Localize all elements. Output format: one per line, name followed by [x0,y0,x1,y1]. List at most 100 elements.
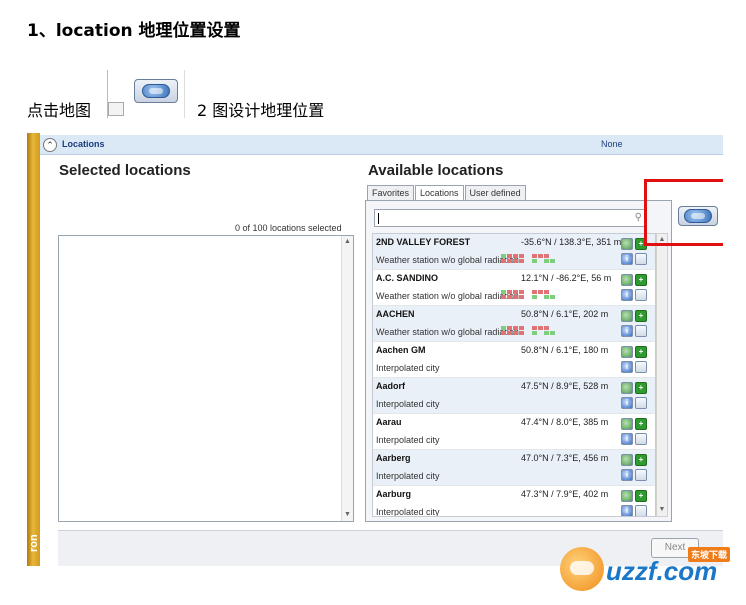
data-quality-indicator [501,290,555,299]
location-name: Aadorf [376,381,405,391]
favorite-icon[interactable] [635,361,647,373]
location-dialog-screenshot: ron ⌃ Locations None Selected locations … [27,133,723,566]
add-location-icon[interactable]: + [635,346,647,358]
row-actions: + i [621,381,649,411]
location-type: Interpolated city [376,507,440,517]
location-row[interactable]: Aachen GM 50.8°N / 6.1°E, 180 m Interpolat… [373,342,655,378]
data-quality-indicator [501,254,555,263]
available-list-scrollbar[interactable]: ▲ ▼ [656,233,668,517]
add-location-icon[interactable]: + [635,310,647,322]
info-icon[interactable]: i [621,505,633,516]
selected-list-scrollbar[interactable]: ▲ ▼ [341,236,353,521]
globe-icon [142,84,170,98]
section-title: Locations [62,139,105,149]
tab-favorites[interactable]: Favorites [367,185,415,201]
show-on-map-icon[interactable] [621,418,633,430]
location-coordinates: -35.6°N / 138.3°E, 351 m [521,237,622,247]
show-on-map-icon[interactable] [621,382,633,394]
favorite-icon[interactable] [635,433,647,445]
location-tabs: Favorites Locations User defined [367,185,527,202]
add-location-icon[interactable]: + [635,274,647,286]
inline-tab-fragment [108,102,124,116]
scroll-up-icon[interactable]: ▲ [342,236,353,248]
inline-map-button[interactable] [134,79,178,103]
add-location-icon[interactable]: + [635,418,647,430]
location-name: A.C. SANDINO [376,273,439,283]
row-actions: + i [621,309,649,339]
add-location-icon[interactable]: + [635,454,647,466]
strip-text: ron [28,534,40,552]
favorite-icon[interactable] [635,505,647,516]
instruction-text-left: 点击地图 [27,101,92,120]
section-value: None [601,139,623,149]
info-icon[interactable]: i [621,361,633,373]
available-locations-title: Available locations [368,162,504,179]
row-actions: + i [621,273,649,303]
location-coordinates: 50.8°N / 6.1°E, 202 m [521,309,609,319]
info-icon[interactable]: i [621,397,633,409]
location-row[interactable]: Aarau 47.4°N / 8.0°E, 385 m Interpolated c… [373,414,655,450]
selected-locations-list[interactable]: ▲ ▼ [58,235,354,522]
text-caret [378,213,379,224]
highlight-box [644,179,723,246]
row-actions: + i [621,489,649,516]
show-on-map-icon[interactable] [621,310,633,322]
selected-locations-title: Selected locations [59,162,191,179]
favorite-icon[interactable] [635,289,647,301]
watermark-tag: 东坡下载 [688,547,731,562]
search-icon[interactable]: ⚲ [635,212,642,223]
location-row[interactable]: Aarberg 47.0°N / 7.3°E, 456 m Interpolated… [373,450,655,486]
scroll-down-icon[interactable]: ▼ [342,509,353,521]
show-on-map-icon[interactable] [621,490,633,502]
show-on-map-icon[interactable] [621,346,633,358]
show-on-map-icon[interactable] [621,454,633,466]
add-location-icon[interactable]: + [635,490,647,502]
location-coordinates: 47.0°N / 7.3°E, 456 m [521,453,609,463]
locations-section-header[interactable]: ⌃ Locations None [40,135,723,155]
location-row[interactable]: AACHEN 50.8°N / 6.1°E, 202 m Weather stati… [373,306,655,342]
location-coordinates: 50.8°N / 6.1°E, 180 m [521,345,609,355]
location-row[interactable]: Aadorf 47.5°N / 8.9°E, 528 m Interpolated … [373,378,655,414]
favorite-icon[interactable] [635,253,647,265]
location-search-input[interactable]: ⚲ [374,209,647,227]
location-type: Interpolated city [376,399,440,409]
location-name: Aarberg [376,453,411,463]
row-actions: + i [621,417,649,447]
collapse-icon[interactable]: ⌃ [43,138,57,152]
inline-screenshot [107,70,185,118]
info-icon[interactable]: i [621,289,633,301]
location-row[interactable]: 2ND VALLEY FOREST -35.6°N / 138.3°E, 351 … [373,234,655,270]
favorite-icon[interactable] [635,469,647,481]
document-page: 1、location 地理位置设置 点击地图 2 图设计地理位置 ron ⌃ L… [0,0,746,605]
location-name: AACHEN [376,309,415,319]
show-on-map-icon[interactable] [621,238,633,250]
available-locations-list[interactable]: 2ND VALLEY FOREST -35.6°N / 138.3°E, 351 … [372,233,656,517]
location-coordinates: 12.1°N / -86.2°E, 56 m [521,273,612,283]
selected-count: 0 of 100 locations selected [235,223,342,233]
location-name: Aarburg [376,489,412,499]
location-coordinates: 47.3°N / 7.9°E, 402 m [521,489,609,499]
location-coordinates: 47.4°N / 8.0°E, 385 m [521,417,609,427]
info-icon[interactable]: i [621,433,633,445]
add-location-icon[interactable]: + [635,382,647,394]
show-on-map-icon[interactable] [621,274,633,286]
location-row[interactable]: A.C. SANDINO 12.1°N / -86.2°E, 56 m Weathe… [373,270,655,306]
location-type: Interpolated city [376,471,440,481]
tab-user-defined[interactable]: User defined [464,185,526,201]
location-row[interactable]: Aarburg 47.3°N / 7.9°E, 402 m Interpolated… [373,486,655,517]
watermark: uzzf.com 东坡下载 [560,543,740,595]
info-icon[interactable]: i [621,325,633,337]
favorite-icon[interactable] [635,397,647,409]
info-icon[interactable]: i [621,253,633,265]
location-name: Aachen GM [376,345,426,355]
instruction-text-right: 2 图设计地理位置 [197,101,325,120]
favorite-icon[interactable] [635,325,647,337]
row-actions: + i [621,345,649,375]
info-icon[interactable]: i [621,469,633,481]
data-quality-indicator [501,326,555,335]
decorative-strip: ron [27,133,40,566]
scroll-down-icon[interactable]: ▼ [657,504,667,516]
row-actions: + i [621,453,649,483]
location-name: Aarau [376,417,402,427]
location-type: Interpolated city [376,363,440,373]
